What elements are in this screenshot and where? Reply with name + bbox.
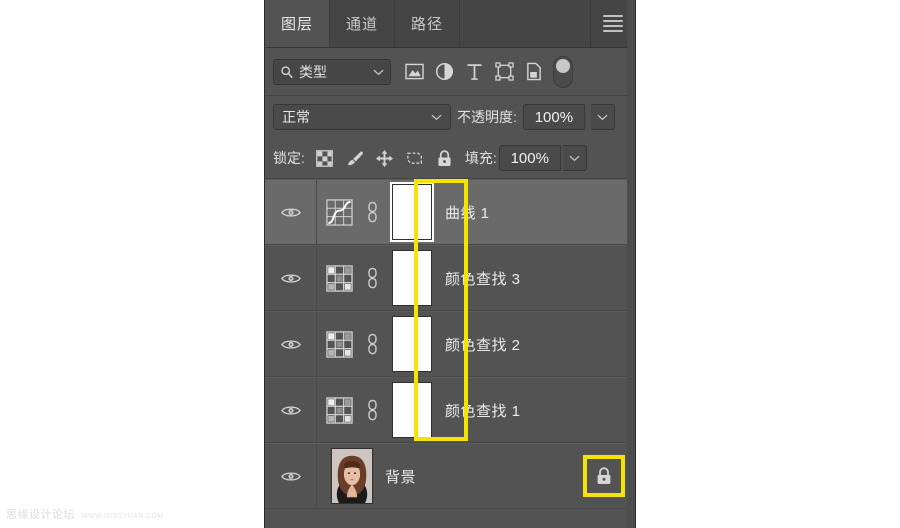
tab-layers[interactable]: 图层 [265, 0, 331, 47]
color-lookup-adjustment-icon[interactable] [317, 330, 361, 358]
curves-adjustment-icon[interactable] [317, 198, 361, 226]
chevron-down-icon [373, 68, 384, 76]
fill-label: 填充: [464, 150, 497, 166]
chevron-down-icon [431, 113, 442, 121]
tab-channels-label: 通道 [346, 16, 379, 33]
layer-row-color-lookup-2[interactable]: 颜色查找 2 [265, 311, 635, 377]
mask-link-icon[interactable] [361, 399, 383, 421]
blend-mode-value: 正常 [282, 109, 310, 125]
hamburger-menu-icon [603, 12, 623, 35]
white-layer-mask-thumbnail[interactable] [392, 250, 432, 306]
layer-row-background[interactable]: 背景 [265, 443, 635, 509]
white-layer-mask-thumbnail[interactable] [392, 316, 432, 372]
layer-list: 曲线 1 颜色查找 3 颜色查找 2 颜色查找 1 背景 [265, 179, 635, 509]
eye-icon [280, 272, 301, 285]
opacity-input[interactable]: 100% [522, 104, 585, 130]
layers-panel: 图层 通道 路径 类型 正常 不透明度: 100% 锁定: 填充: 100% 曲… [264, 0, 636, 528]
layer-filter-row: 类型 [265, 48, 635, 96]
image-layer-filter-icon[interactable] [399, 57, 429, 87]
site-watermark: 思缘设计论坛 WWW.MISSYUAN.COM [6, 506, 164, 522]
eye-icon [280, 404, 301, 417]
chevron-down-icon [569, 154, 580, 162]
tab-bar-filler [460, 0, 591, 47]
fill-input[interactable]: 100% [498, 145, 561, 171]
background-thumbnail-cell[interactable] [323, 448, 381, 504]
layer-mask-thumbnail-cell[interactable] [383, 382, 441, 438]
color-lookup-adjustment-icon[interactable] [317, 396, 361, 424]
chevron-down-icon [597, 113, 608, 121]
blend-mode-row: 正常 不透明度: 100% [265, 96, 635, 138]
lock-image-pixels-icon[interactable] [341, 144, 369, 172]
adjustment-layer-filter-icon[interactable] [429, 57, 459, 87]
tab-paths[interactable]: 路径 [395, 0, 461, 47]
layer-visibility-toggle[interactable] [265, 312, 317, 376]
layer-visibility-toggle[interactable] [265, 246, 317, 310]
search-icon [280, 65, 294, 79]
type-layer-filter-icon[interactable] [459, 57, 489, 87]
mask-link-icon[interactable] [361, 201, 383, 223]
filter-enable-toggle[interactable] [553, 55, 573, 88]
layer-mask-thumbnail-cell[interactable] [383, 184, 441, 240]
layer-name[interactable]: 颜色查找 1 [441, 400, 635, 421]
layer-name[interactable]: 颜色查找 2 [441, 334, 635, 355]
lock-controls-row: 锁定: 填充: 100% [265, 138, 635, 179]
layer-row-color-lookup-1[interactable]: 颜色查找 1 [265, 377, 635, 443]
blend-mode-select[interactable]: 正常 [273, 104, 451, 130]
layer-row-curves-1[interactable]: 曲线 1 [265, 179, 635, 245]
tab-channels[interactable]: 通道 [330, 0, 396, 47]
lock-position-icon[interactable] [371, 144, 399, 172]
panel-tab-bar: 图层 通道 路径 [265, 0, 635, 48]
screenshot-root: 思缘设计论坛 WWW.MISSYUAN.COM 图层 通道 路径 类型 正常 不… [0, 0, 900, 528]
tab-paths-label: 路径 [411, 16, 444, 33]
background-lock-cell[interactable] [573, 455, 635, 497]
layer-name[interactable]: 曲线 1 [441, 202, 635, 223]
white-layer-mask-thumbnail[interactable] [392, 382, 432, 438]
layer-name[interactable]: 背景 [381, 466, 573, 487]
layer-visibility-toggle[interactable] [265, 378, 317, 442]
filter-kind-label: 类型 [299, 63, 327, 80]
lock-all-icon[interactable] [431, 144, 459, 172]
white-layer-mask-thumbnail[interactable] [392, 184, 432, 240]
watermark-chinese-text: 思缘设计论坛 [6, 509, 75, 521]
eye-icon [280, 338, 301, 351]
layer-name[interactable]: 颜色查找 3 [441, 268, 635, 289]
portrait-photo-thumbnail[interactable] [331, 448, 373, 504]
mask-link-icon[interactable] [361, 267, 383, 289]
color-lookup-adjustment-icon[interactable] [317, 264, 361, 292]
filter-kind-select[interactable]: 类型 [273, 58, 391, 85]
opacity-label: 不透明度: [457, 109, 517, 125]
eye-icon [280, 206, 301, 219]
mask-link-icon[interactable] [361, 333, 383, 355]
smart-object-filter-icon[interactable] [519, 57, 549, 87]
lock-transparent-pixels-icon[interactable] [311, 144, 339, 172]
fill-dropdown-button[interactable] [562, 145, 587, 171]
layer-mask-thumbnail-cell[interactable] [383, 316, 441, 372]
lock-label: 锁定: [273, 150, 305, 166]
layer-visibility-toggle[interactable] [265, 180, 317, 244]
eye-icon [280, 470, 301, 483]
layer-row-color-lookup-3[interactable]: 颜色查找 3 [265, 245, 635, 311]
watermark-url-text: WWW.MISSYUAN.COM [81, 513, 164, 520]
filter-type-icons [399, 55, 573, 88]
lock-icon[interactable] [595, 466, 613, 486]
opacity-dropdown-button[interactable] [590, 104, 615, 130]
lock-artboard-nesting-icon[interactable] [401, 144, 429, 172]
layer-visibility-toggle[interactable] [265, 444, 317, 508]
layer-mask-thumbnail-cell[interactable] [383, 250, 441, 306]
shape-layer-filter-icon[interactable] [489, 57, 519, 87]
lock-highlight-annotation [583, 455, 625, 497]
tab-layers-label: 图层 [281, 16, 314, 33]
layer-list-scrollbar[interactable] [627, 0, 635, 528]
